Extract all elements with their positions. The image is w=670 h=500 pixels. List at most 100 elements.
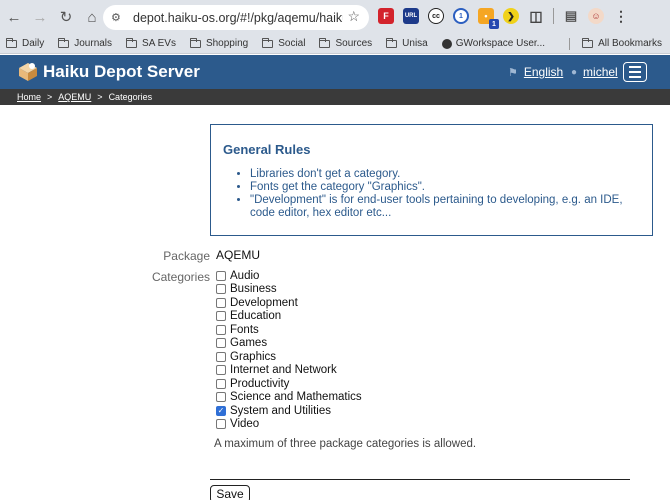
category-checkbox[interactable]	[216, 351, 226, 362]
category-checkbox[interactable]	[216, 270, 226, 281]
site-title[interactable]: Haiku Depot Server	[43, 62, 200, 82]
browser-menu-icon[interactable]: ⋮	[613, 8, 629, 24]
bookmarks-divider	[569, 37, 571, 50]
site-settings-icon[interactable]: ⚙	[111, 11, 125, 25]
home-icon[interactable]: ⌂	[80, 5, 104, 29]
browser-toolbar: ← → ↻ ⌂ ⚙ depot.haiku-os.org/#!/pkg/aqem…	[0, 0, 670, 34]
bookmark-folder[interactable]: Journals	[58, 37, 112, 49]
category-label: Development	[230, 296, 298, 309]
folder-icon	[582, 37, 594, 48]
bookmarks-bar: Daily Journals SA EVs Shopping Social So…	[0, 34, 670, 54]
extensions-area: F URL cc 1 • 1 ❯ ◫ ▤ ☺ ⋮	[378, 8, 629, 29]
category-checkbox[interactable]	[216, 392, 226, 403]
folder-icon	[6, 37, 17, 48]
general-rules-box: General Rules Libraries don't get a cate…	[210, 124, 653, 236]
category-checkbox[interactable]	[216, 284, 226, 295]
category-option[interactable]: Video	[216, 418, 362, 432]
rules-title: General Rules	[223, 142, 311, 157]
rule-item: Libraries don't get a category.	[250, 168, 640, 181]
categories-label: Categories	[151, 270, 210, 284]
category-option[interactable]: ✓ System and Utilities	[216, 404, 362, 418]
yellow-extension-icon[interactable]: ❯	[503, 8, 519, 24]
category-label: Education	[230, 310, 282, 323]
category-option[interactable]: Internet and Network	[216, 364, 362, 378]
category-option[interactable]: Science and Mathematics	[216, 391, 362, 405]
folder-icon	[58, 37, 70, 48]
forward-arrow-icon[interactable]: →	[28, 5, 52, 29]
category-checkbox[interactable]	[216, 365, 226, 376]
back-arrow-icon[interactable]: ←	[2, 5, 26, 29]
category-label: Business	[230, 283, 277, 296]
bookmark-folder[interactable]: Shopping	[189, 37, 248, 49]
folder-icon	[319, 37, 331, 48]
bookmark-folder[interactable]: Sources	[319, 37, 372, 49]
package-value: AQEMU	[216, 248, 261, 262]
category-option[interactable]: Fonts	[216, 323, 362, 337]
all-bookmarks[interactable]: All Bookmarks	[582, 37, 662, 49]
category-option[interactable]: Productivity	[216, 377, 362, 391]
breadcrumb-package[interactable]: AQEMU	[58, 92, 91, 102]
category-checkbox[interactable]	[216, 311, 226, 322]
toolbar-separator	[553, 8, 554, 24]
person-icon: ●	[571, 66, 578, 78]
folder-icon	[262, 37, 274, 48]
tinyurl-extension-icon[interactable]: URL	[403, 8, 419, 24]
bookmark-folder[interactable]: SA EVs	[126, 37, 176, 49]
breadcrumb-current: Categories	[108, 92, 153, 102]
rss-extension-icon[interactable]: • 1	[478, 8, 499, 29]
folder-icon	[386, 37, 398, 48]
category-checkbox[interactable]	[216, 324, 226, 335]
category-option[interactable]: Games	[216, 337, 362, 351]
category-label: Graphics	[230, 350, 277, 363]
package-label: Package	[163, 249, 210, 263]
bookmark-folder[interactable]: Social	[262, 37, 305, 49]
category-checkbox[interactable]	[216, 338, 226, 349]
form-divider	[210, 479, 630, 480]
language-selector[interactable]: ⚑ English	[508, 65, 563, 79]
cc-extension-icon[interactable]: cc	[428, 8, 444, 24]
category-limit-note: A maximum of three package categories is…	[214, 438, 477, 450]
hamburger-menu-button[interactable]	[623, 62, 647, 82]
category-checkbox[interactable]	[216, 419, 226, 430]
rule-item: Fonts get the category "Graphics".	[250, 181, 640, 194]
save-button[interactable]: Save	[210, 485, 250, 500]
bookmark-folder[interactable]: Unisa	[386, 37, 428, 49]
address-bar[interactable]: ⚙ depot.haiku-os.org/#!/pkg/aqemu/haikup…	[103, 5, 369, 30]
profile-avatar[interactable]: ☺	[588, 8, 604, 24]
category-option[interactable]: Audio	[216, 269, 362, 283]
site-header: Haiku Depot Server ⚑ English ● michel	[0, 55, 670, 89]
category-label: Internet and Network	[230, 364, 337, 377]
reload-icon[interactable]: ↻	[54, 5, 78, 29]
category-label: Audio	[230, 269, 260, 282]
language-label: English	[523, 65, 564, 79]
category-label: Productivity	[230, 377, 290, 390]
haiku-depot-logo-icon[interactable]	[17, 60, 39, 82]
password-manager-extension-icon[interactable]: 1	[453, 8, 469, 24]
bookmark-star-icon[interactable]: ☆	[347, 8, 360, 25]
bookmark-folder[interactable]: Daily	[6, 37, 44, 49]
category-checkbox[interactable]	[216, 297, 226, 308]
user-menu[interactable]: ● michel	[571, 65, 618, 79]
flag-icon: ⚑	[508, 66, 518, 79]
breadcrumb-home[interactable]: Home	[17, 92, 41, 102]
category-checkbox[interactable]	[216, 378, 226, 389]
categories-checkbox-list: Audio Business Development Education Fonts Ga…	[216, 269, 362, 431]
folder-icon	[126, 37, 138, 48]
category-option[interactable]: Education	[216, 310, 362, 324]
category-option[interactable]: Graphics	[216, 350, 362, 364]
rules-list: Libraries don't get a category. Fonts ge…	[223, 168, 640, 220]
extensions-puzzle-icon[interactable]: ◫	[528, 8, 544, 24]
category-option[interactable]: Development	[216, 296, 362, 310]
category-option[interactable]: Business	[216, 283, 362, 297]
category-checkbox[interactable]: ✓	[216, 405, 226, 416]
bookmark-link[interactable]: GWorkspace User...	[441, 38, 545, 49]
google-workspace-icon	[441, 38, 452, 49]
tab-search-icon[interactable]: ▤	[563, 8, 579, 24]
breadcrumb-separator: >	[97, 92, 103, 102]
username-label: michel	[583, 65, 618, 79]
folder-icon	[189, 37, 201, 48]
flipboard-extension-icon[interactable]: F	[378, 8, 394, 24]
rule-item: "Development" is for end-user tools pert…	[250, 194, 640, 220]
url-text[interactable]: depot.haiku-os.org/#!/pkg/aqemu/haikupor…	[133, 11, 343, 25]
breadcrumb: Home > AQEMU > Categories	[0, 89, 670, 105]
